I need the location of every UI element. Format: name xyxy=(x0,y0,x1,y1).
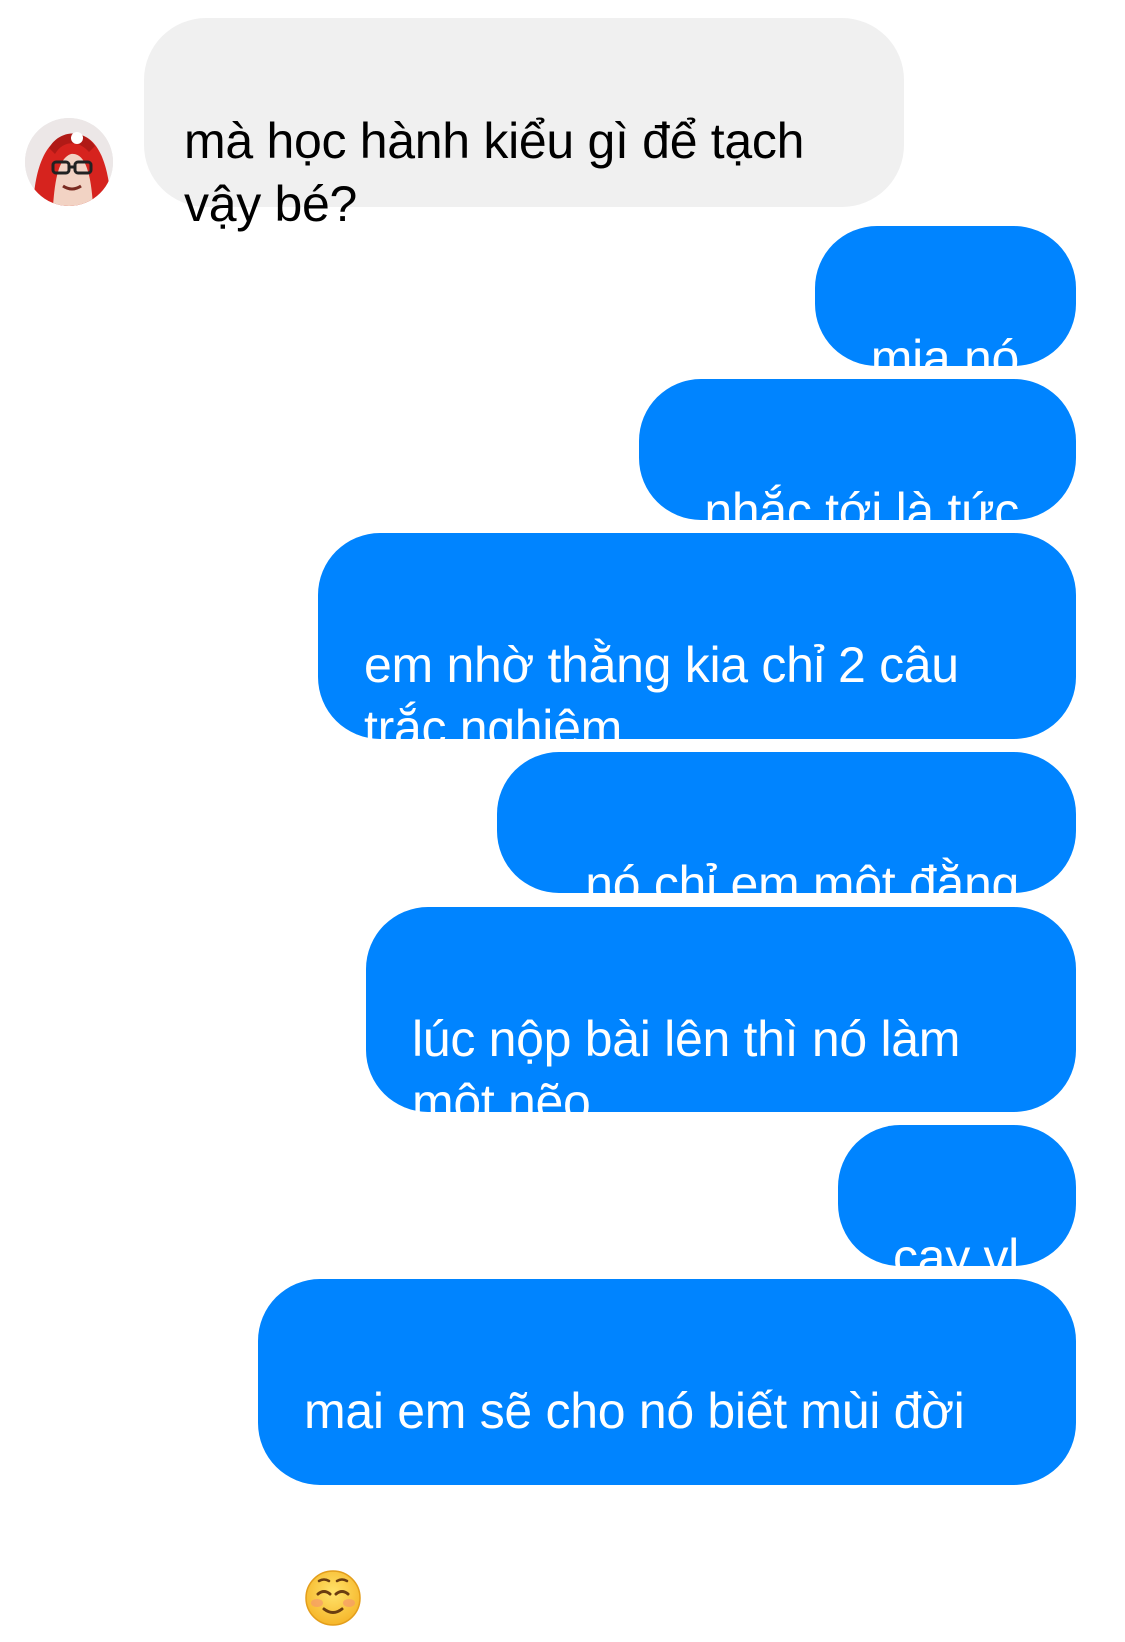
outgoing-message-bubble[interactable]: lúc nộp bài lên thì nó làm một nẽo xyxy=(366,907,1076,1130)
outgoing-message-bubble[interactable]: nó chỉ em một đằng xyxy=(497,752,1076,912)
message-text: mà học hành kiểu gì để tạch vậy bé? xyxy=(184,113,805,232)
message-text: mịa nó xyxy=(870,330,1020,386)
contact-avatar[interactable] xyxy=(25,118,113,206)
outgoing-message-bubble[interactable]: mai em sẽ cho nó biết mùi đời xyxy=(258,1279,1076,1626)
outgoing-message-bubble[interactable]: cay vl xyxy=(838,1125,1076,1285)
outgoing-message-bubble[interactable]: mịa nó xyxy=(815,226,1076,386)
message-text: mai em sẽ cho nó biết mùi đời xyxy=(304,1383,965,1439)
message-text: lúc nộp bài lên thì nó làm một nẽo xyxy=(412,1011,961,1130)
message-text: nó chỉ em một đằng xyxy=(585,856,1019,912)
avatar-illustration xyxy=(25,118,113,206)
smiling-face-icon xyxy=(304,1506,362,1626)
incoming-message-bubble[interactable]: mà học hành kiểu gì để tạch vậy bé? xyxy=(144,18,904,232)
message-text: nhắc tới là tức xyxy=(704,483,1019,539)
message-text: em nhờ thằng kia chỉ 2 câu trắc nghiệm xyxy=(364,637,959,756)
outgoing-message-bubble[interactable]: em nhờ thằng kia chỉ 2 câu trắc nghiệm xyxy=(318,533,1076,756)
message-text: cay vl xyxy=(892,1229,1019,1285)
outgoing-message-bubble[interactable]: nhắc tới là tức xyxy=(639,379,1076,539)
